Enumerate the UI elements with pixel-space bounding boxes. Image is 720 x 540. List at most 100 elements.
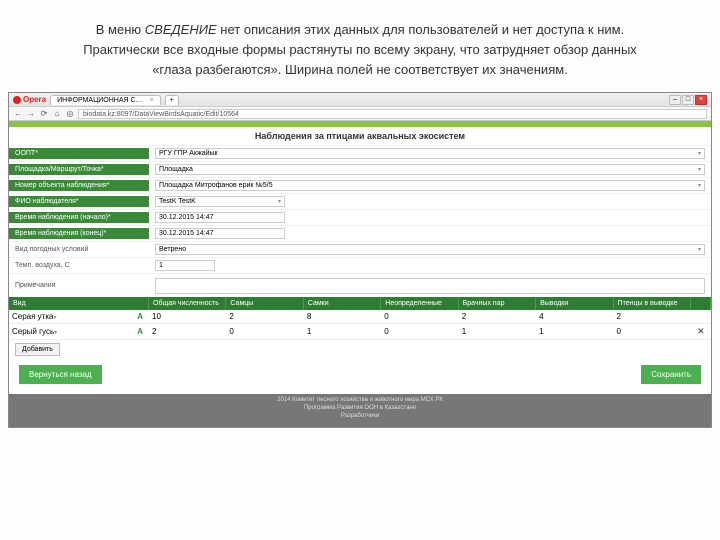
input-temp[interactable]: 1 — [155, 260, 215, 271]
species-val: Серая утка — [12, 312, 53, 321]
cell-val: 2 — [152, 327, 156, 336]
input-undef[interactable]: 0 — [384, 327, 455, 336]
label-start-time: Время наблюдения (начало)* — [9, 212, 149, 223]
cell-val: 2 — [229, 312, 233, 321]
footer-line: Разработчики — [9, 413, 711, 421]
close-tab-icon[interactable]: × — [150, 97, 154, 104]
minimize-icon[interactable]: – — [669, 95, 681, 105]
window-controls: – □ × — [669, 95, 707, 105]
footer-line: 2014 Комитет лесного хозяйства и животно… — [9, 397, 711, 405]
input-notes[interactable] — [155, 278, 705, 294]
value-weather: Ветрено — [159, 246, 186, 253]
label-oopt: ООПТ* — [9, 148, 149, 159]
input-broods[interactable]: 4 — [539, 312, 610, 321]
th-chicks: Птенцы в выводке — [614, 297, 691, 310]
label-area: Площадка/Маршрут/Точка* — [9, 164, 149, 175]
cell-val: 1 — [462, 327, 466, 336]
url-bar: ← → ⟳ ⌂ ◎ biodata.kz:8097/DataViewBirdsA… — [9, 107, 711, 121]
cell-val: 0 — [229, 327, 233, 336]
label-weather: Вид погодных условий — [9, 244, 149, 255]
value-observer: TestK TestK — [159, 198, 196, 205]
slide-caption: В меню СВЕДЕНИЕ нет описания этих данных… — [0, 0, 720, 92]
address-input[interactable]: biodata.kz:8097/DataViewBirdsAquatic/Edi… — [78, 109, 707, 119]
remove-row-icon[interactable]: ✕ — [691, 324, 711, 339]
input-chicks[interactable]: 0 — [617, 327, 688, 336]
footer-line: Программа Развития ООН в Казахстане — [9, 405, 711, 413]
value-object: Площадка Митрофанов ерик №5/5 — [159, 182, 273, 189]
input-males[interactable]: 2 — [229, 312, 300, 321]
input-total[interactable]: 2 — [152, 327, 223, 336]
add-row-button[interactable]: Добавить — [15, 343, 60, 356]
input-undef[interactable]: 0 — [384, 312, 455, 321]
input-end-time[interactable]: 30.12.2015 14:47 — [155, 228, 285, 239]
input-pairs[interactable]: 2 — [462, 312, 533, 321]
brand-text: Opera — [23, 95, 46, 104]
tab-title: ИНФОРМАЦИОННАЯ С… — [57, 97, 142, 104]
forward-icon[interactable]: → — [26, 109, 36, 118]
observation-form: ООПТ*РГУ ГПР Акжайык▾ Площадка/Маршрут/Т… — [9, 145, 711, 297]
opera-icon — [13, 96, 21, 104]
select-observer[interactable]: TestK TestK▾ — [155, 196, 285, 207]
chevron-down-icon: ▾ — [698, 246, 701, 253]
value-temp: 1 — [159, 262, 163, 269]
label-notes: Примечания — [9, 280, 149, 291]
caption-line3: «глаза разбегаются». Ширина полей не соо… — [40, 60, 680, 80]
input-broods[interactable]: 1 — [539, 327, 610, 336]
input-chicks[interactable]: 2 — [617, 312, 688, 321]
save-button[interactable]: Сохранить — [641, 365, 701, 384]
globe-icon: ◎ — [65, 109, 75, 118]
chevron-down-icon: ▾ — [698, 182, 701, 189]
maximize-icon[interactable]: □ — [682, 95, 694, 105]
browser-brand: Opera — [13, 95, 46, 104]
cell-val: 1 — [539, 327, 543, 336]
input-males[interactable]: 0 — [229, 327, 300, 336]
input-start-time[interactable]: 30.12.2015 14:47 — [155, 212, 285, 223]
people-icon[interactable]: A — [134, 312, 146, 321]
cell-val: 0 — [384, 312, 388, 321]
close-icon[interactable]: × — [695, 95, 707, 105]
cell-val: 4 — [539, 312, 543, 321]
browser-tab[interactable]: ИНФОРМАЦИОННАЯ С… × — [50, 95, 161, 105]
cell-val: 2 — [617, 312, 621, 321]
input-females[interactable]: 8 — [307, 312, 378, 321]
caption-part: В меню — [96, 22, 145, 37]
select-object[interactable]: Площадка Митрофанов ерик №5/5 ▾ — [155, 180, 705, 191]
caption-line2: Практически все входные формы растянуты … — [40, 40, 680, 60]
value-oopt: РГУ ГПР Акжайык — [159, 150, 218, 157]
table-row: Серый гусь▾A 2 0 1 0 1 1 0 ✕ — [9, 324, 711, 340]
species-table-header: Вид Общая численность Самцы Самки Неопре… — [9, 297, 711, 310]
th-broods: Выводки — [536, 297, 613, 310]
browser-window: Opera ИНФОРМАЦИОННАЯ С… × + – □ × ← → ⟳ ⌂… — [8, 92, 712, 427]
input-females[interactable]: 1 — [307, 327, 378, 336]
th-undef: Неопределенные — [381, 297, 458, 310]
caption-italic: СВЕДЕНИЕ — [145, 22, 221, 37]
cell-val: 10 — [152, 312, 161, 321]
input-total[interactable]: 10 — [152, 312, 223, 321]
caption-part: нет описания этих данных для пользовател… — [220, 22, 624, 37]
select-oopt[interactable]: РГУ ГПР Акжайык▾ — [155, 148, 705, 159]
species-val: Серый гусь — [12, 327, 54, 336]
new-tab-button[interactable]: + — [165, 95, 179, 105]
titlebar: Opera ИНФОРМАЦИОННАЯ С… × + – □ × — [9, 93, 711, 107]
input-pairs[interactable]: 1 — [462, 327, 533, 336]
select-weather[interactable]: Ветрено ▾ — [155, 244, 705, 255]
page-footer: 2014 Комитет лесного хозяйства и животно… — [9, 394, 711, 426]
select-species[interactable]: Серая утка▾ — [12, 312, 134, 321]
th-males: Самцы — [226, 297, 303, 310]
value-end-time: 30.12.2015 14:47 — [159, 230, 214, 237]
remove-row-icon[interactable] — [691, 315, 711, 319]
label-end-time: Время наблюдения (конец)* — [9, 228, 149, 239]
chevron-down-icon: ▾ — [53, 315, 56, 321]
back-icon[interactable]: ← — [13, 109, 23, 118]
label-observer: ФИО наблюдателя* — [9, 196, 149, 207]
back-button[interactable]: Вернуться назад — [19, 365, 102, 384]
home-icon[interactable]: ⌂ — [52, 109, 62, 118]
th-total: Общая численность — [149, 297, 226, 310]
cell-val: 0 — [617, 327, 621, 336]
select-species[interactable]: Серый гусь▾ — [12, 327, 134, 336]
people-icon[interactable]: A — [134, 327, 146, 336]
select-area[interactable]: Площадка▾ — [155, 164, 705, 175]
chevron-down-icon: ▾ — [54, 330, 57, 336]
cell-val: 2 — [462, 312, 466, 321]
reload-icon[interactable]: ⟳ — [39, 109, 49, 118]
